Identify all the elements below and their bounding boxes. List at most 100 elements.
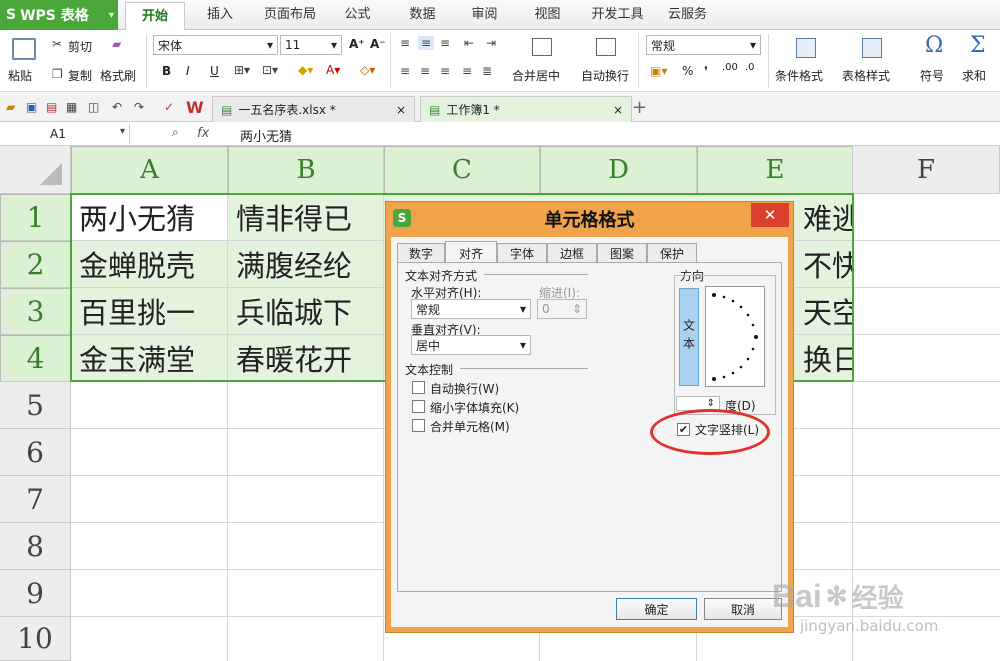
dialog-close-button[interactable]: ✕ — [751, 203, 789, 227]
select-all-corner[interactable] — [0, 146, 71, 194]
clear-format-icon[interactable]: ◇▾ — [360, 63, 375, 77]
comma-button[interactable]: ❜ — [704, 64, 708, 78]
tab-number[interactable]: 数字 — [397, 243, 445, 263]
name-box[interactable]: A1 — [0, 124, 130, 144]
open-folder-icon[interactable]: ▰ — [6, 100, 15, 114]
print-icon[interactable]: ▦ — [66, 100, 77, 114]
copy-button[interactable]: 复制 — [68, 67, 92, 84]
wrap-text-button[interactable]: 自动换行 — [581, 67, 629, 84]
italic-button[interactable]: I — [186, 64, 190, 78]
scissors-icon[interactable]: ✂ — [52, 37, 62, 51]
row-header-2[interactable]: 2 — [0, 241, 71, 288]
increase-decimal-button[interactable]: .00 — [722, 62, 738, 73]
grow-font-button[interactable]: A⁺ — [349, 37, 365, 51]
cancel-button[interactable]: 取消 — [704, 598, 782, 620]
column-header-c[interactable]: C — [384, 146, 540, 194]
row-header-4[interactable]: 4 — [0, 335, 71, 382]
wps-w-icon[interactable]: W — [186, 98, 204, 117]
brush-icon[interactable]: ▰ — [112, 37, 121, 51]
preview-icon[interactable]: ◫ — [88, 100, 99, 114]
column-header-f[interactable]: F — [853, 146, 1000, 194]
column-header-d[interactable]: D — [540, 146, 697, 194]
align-middle-icon[interactable]: ≡ — [418, 36, 435, 50]
column-header-a[interactable]: A — [71, 146, 228, 194]
underline-button[interactable]: U — [210, 64, 219, 78]
row-header-6[interactable]: 6 — [0, 429, 71, 476]
tab-border[interactable]: 边框 — [547, 243, 597, 263]
font-size-select[interactable]: 11 ▾ — [280, 35, 342, 55]
decrease-decimal-button[interactable]: .0 — [745, 62, 755, 73]
align-right-icon[interactable]: ≡ — [440, 64, 450, 78]
redo-icon[interactable]: ↷ — [134, 100, 144, 114]
cut-button[interactable]: 剪切 — [68, 38, 92, 55]
tab-view[interactable]: 视图 — [525, 0, 570, 30]
wrap-text-icon[interactable] — [596, 38, 616, 56]
chevron-down-icon[interactable]: ▾ — [120, 126, 125, 137]
distribute-icon[interactable]: ≣ — [482, 64, 492, 78]
align-left-icon[interactable]: ≡ — [400, 64, 410, 78]
shrink-font-button[interactable]: A⁻ — [370, 37, 386, 51]
font-color-icon[interactable]: A▾ — [326, 63, 340, 77]
tab-alignment[interactable]: 对齐 — [445, 241, 497, 264]
orientation-dial[interactable] — [705, 286, 765, 387]
column-header-e[interactable]: E — [697, 146, 853, 194]
tab-cloud[interactable]: 云服务 — [660, 0, 715, 30]
conditional-format-button[interactable]: 条件格式 — [775, 67, 823, 84]
pdf-icon[interactable]: ▤ — [46, 100, 57, 114]
font-name-select[interactable]: 宋体 ▾ — [153, 35, 278, 55]
row-header-9[interactable]: 9 — [0, 570, 71, 617]
tab-page-layout[interactable]: 页面布局 — [255, 0, 325, 30]
format-painter-button[interactable]: 格式刷 — [100, 67, 136, 84]
align-top-icon[interactable]: ≡ — [400, 36, 410, 50]
ok-button[interactable]: 确定 — [616, 598, 697, 620]
align-bottom-icon[interactable]: ≡ — [440, 36, 450, 50]
document-tab-2[interactable]: ▤ 工作簿1 * × — [420, 96, 632, 122]
align-center-icon[interactable]: ≡ — [420, 64, 430, 78]
shrink-to-fit-checkbox[interactable] — [412, 400, 425, 413]
document-tab-1[interactable]: ▤ 一五名序表.xlsx * × — [212, 96, 415, 122]
check-icon[interactable]: ✓ — [164, 100, 174, 114]
tab-developer[interactable]: 开发工具 — [585, 0, 650, 30]
omega-icon[interactable]: Ω — [925, 33, 943, 58]
indent-spinner[interactable]: 0 ⇕ — [537, 299, 587, 319]
row-header-5[interactable]: 5 — [0, 382, 71, 429]
table-style-button[interactable]: 表格样式 — [842, 67, 890, 84]
justify-icon[interactable]: ≡ — [462, 64, 472, 78]
indent-decrease-icon[interactable]: ⇤ — [464, 36, 474, 50]
row-header-10[interactable]: 10 — [0, 617, 71, 661]
table-style-icon[interactable] — [862, 38, 882, 58]
row-header-3[interactable]: 3 — [0, 288, 71, 335]
sigma-icon[interactable]: Σ — [970, 33, 986, 58]
zoom-icon[interactable]: ⌕ — [172, 125, 179, 140]
close-icon[interactable]: × — [613, 103, 623, 117]
tab-data[interactable]: 数据 — [400, 0, 445, 30]
percent-button[interactable]: % — [682, 64, 693, 78]
tab-formula[interactable]: 公式 — [335, 0, 380, 30]
paste-icon[interactable] — [12, 38, 36, 60]
horizontal-align-select[interactable]: 常规 ▾ — [411, 299, 531, 319]
conditional-format-icon[interactable] — [796, 38, 816, 58]
merge-center-button[interactable]: 合并居中 — [512, 67, 560, 84]
borders-icon[interactable]: ⊞▾ — [234, 63, 250, 77]
close-icon[interactable]: × — [396, 103, 406, 117]
vertical-align-select[interactable]: 居中 ▾ — [411, 335, 531, 355]
formula-input[interactable]: 两小无猜 — [240, 126, 292, 145]
app-menu-button[interactable]: S WPS 表格 ▾ — [0, 0, 118, 30]
row-header-7[interactable]: 7 — [0, 476, 71, 523]
merge-center-icon[interactable] — [532, 38, 552, 56]
currency-icon[interactable]: ▣▾ — [650, 64, 667, 78]
merge-cells-checkbox[interactable] — [412, 419, 425, 432]
wrap-text-checkbox[interactable] — [412, 381, 425, 394]
sum-button[interactable]: 求和 — [962, 67, 986, 84]
tab-home[interactable]: 开始 — [125, 2, 185, 31]
undo-icon[interactable]: ↶ — [112, 100, 122, 114]
new-tab-button[interactable]: + — [632, 97, 647, 118]
number-format-select[interactable]: 常规 ▾ — [646, 35, 761, 55]
tab-insert[interactable]: 插入 — [195, 0, 245, 30]
tab-pattern[interactable]: 图案 — [597, 243, 647, 263]
tab-review[interactable]: 审阅 — [462, 0, 507, 30]
save-icon[interactable]: ▣ — [26, 100, 37, 114]
row-header-8[interactable]: 8 — [0, 523, 71, 570]
fx-icon[interactable]: fx — [197, 126, 209, 141]
bold-button[interactable]: B — [162, 64, 171, 78]
